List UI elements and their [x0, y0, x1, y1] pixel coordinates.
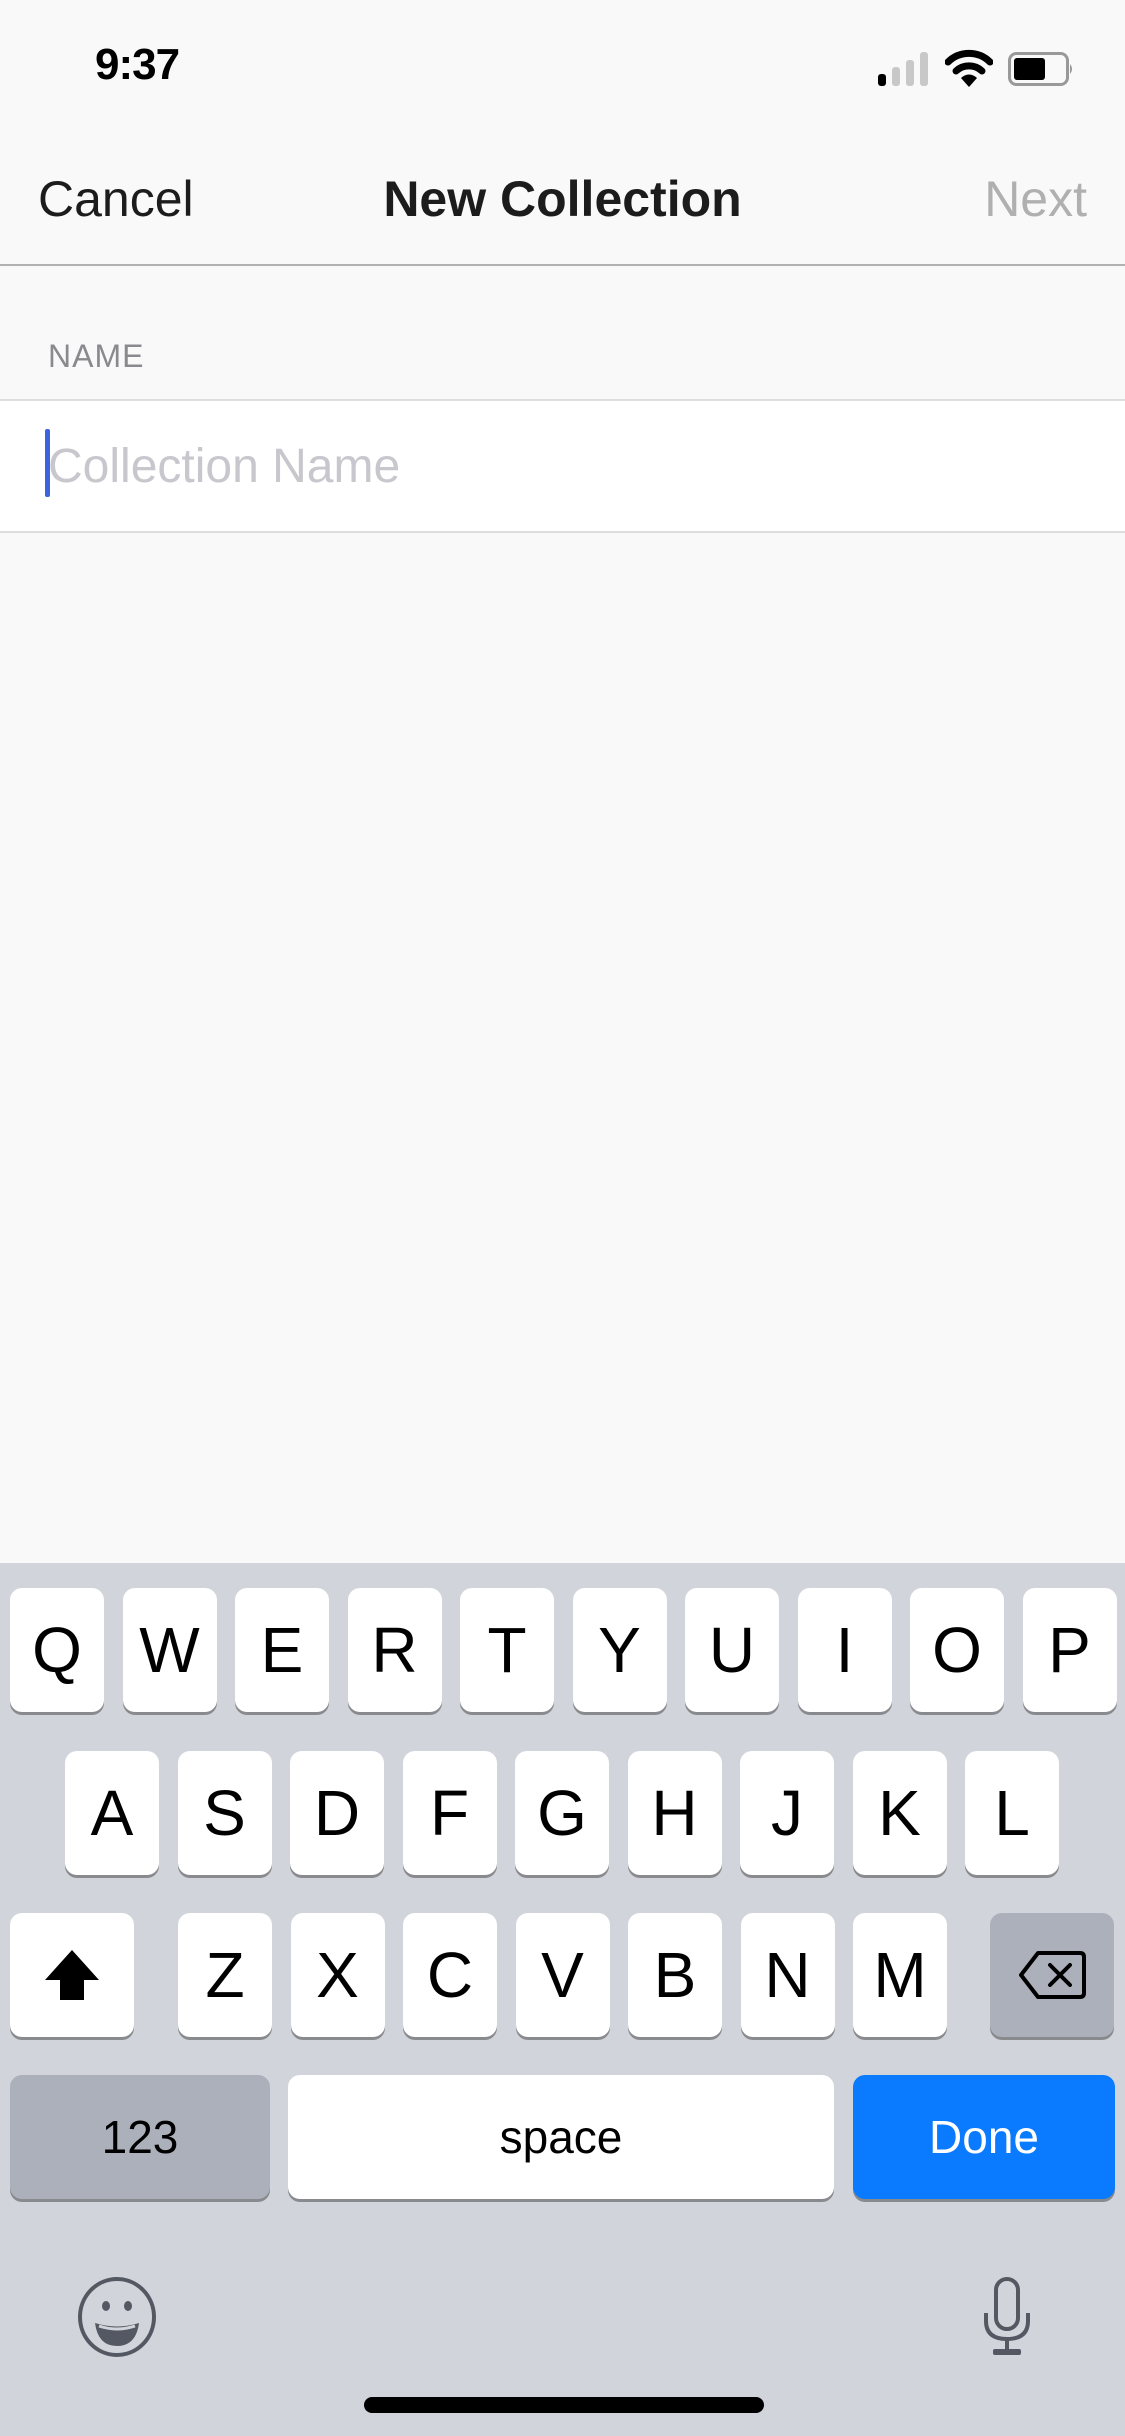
shift-arrow-icon [45, 1950, 99, 2000]
key-b[interactable]: B [628, 1913, 722, 2037]
navigation-bar: Cancel New Collection Next [0, 132, 1125, 266]
emoji-icon[interactable] [76, 2276, 158, 2358]
key-i[interactable]: I [797, 1588, 892, 1712]
key-k[interactable]: K [852, 1751, 947, 1875]
key-s[interactable]: S [177, 1751, 272, 1875]
next-button[interactable]: Next [984, 170, 1087, 228]
key-j[interactable]: J [740, 1751, 834, 1875]
name-section-label: NAME [48, 338, 145, 374]
key-l[interactable]: L [965, 1751, 1059, 1875]
keyboard: QWERTYUIOP ASDFGHJKL ZXCVBNM 123 space D… [0, 1563, 1125, 2436]
space-key[interactable]: space [288, 2075, 834, 2199]
key-g[interactable]: G [515, 1751, 609, 1875]
key-n[interactable]: N [740, 1913, 835, 2037]
key-x[interactable]: X [290, 1913, 385, 2037]
cellular-signal-icon [878, 52, 930, 86]
status-time: 9:37 [95, 40, 180, 89]
backspace-icon [1019, 1951, 1086, 1999]
collection-name-row [0, 399, 1125, 533]
key-d[interactable]: D [290, 1751, 384, 1875]
key-z[interactable]: Z [178, 1913, 272, 2037]
key-a[interactable]: A [65, 1751, 159, 1875]
key-c[interactable]: C [403, 1913, 497, 2037]
key-h[interactable]: H [627, 1751, 722, 1875]
battery-icon [1008, 52, 1072, 86]
key-w[interactable]: W [122, 1588, 217, 1712]
home-indicator[interactable] [364, 2397, 764, 2413]
key-u[interactable]: U [685, 1588, 779, 1712]
delete-key[interactable] [990, 1913, 1114, 2037]
key-q[interactable]: Q [10, 1588, 104, 1712]
shift-key[interactable] [10, 1913, 134, 2037]
numbers-key[interactable]: 123 [10, 2075, 270, 2199]
key-f[interactable]: F [402, 1751, 497, 1875]
key-y[interactable]: Y [572, 1588, 667, 1712]
key-r[interactable]: R [347, 1588, 442, 1712]
page-title: New Collection [383, 171, 742, 227]
key-p[interactable]: P [1022, 1588, 1117, 1712]
collection-name-input[interactable] [48, 431, 1088, 501]
wifi-icon [945, 49, 993, 87]
done-key[interactable]: Done [853, 2075, 1115, 2199]
key-t[interactable]: T [460, 1588, 554, 1712]
key-e[interactable]: E [235, 1588, 329, 1712]
key-v[interactable]: V [515, 1913, 610, 2037]
key-o[interactable]: O [910, 1588, 1004, 1712]
microphone-icon[interactable] [980, 2277, 1034, 2357]
key-m[interactable]: M [853, 1913, 947, 2037]
status-bar: 9:37 [0, 0, 1125, 132]
